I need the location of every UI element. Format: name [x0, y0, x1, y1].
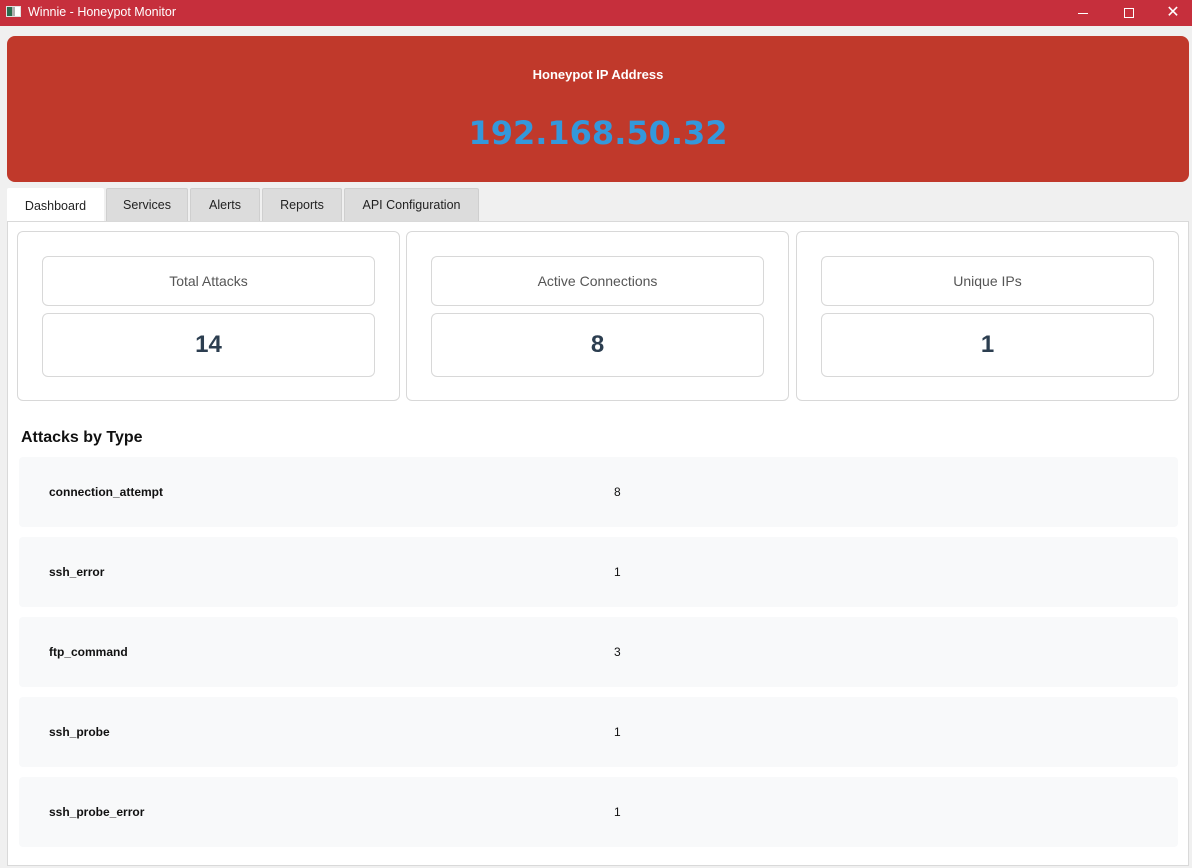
- close-button[interactable]: ✕: [1150, 0, 1192, 26]
- tab-dashboard[interactable]: Dashboard: [7, 188, 104, 222]
- tab-services[interactable]: Services: [106, 188, 188, 221]
- window-title: Winnie - Honeypot Monitor: [28, 5, 176, 19]
- tab-api-configuration[interactable]: API Configuration: [344, 188, 479, 221]
- tab-reports[interactable]: Reports: [262, 188, 342, 221]
- tab-alerts[interactable]: Alerts: [190, 188, 260, 221]
- ip-banner: Honeypot IP Address 192.168.50.32: [7, 36, 1189, 182]
- attack-type-count: 3: [614, 645, 621, 659]
- attack-type-count: 1: [614, 565, 621, 579]
- attack-type-name: connection_attempt: [49, 485, 164, 499]
- close-icon: ✕: [1166, 4, 1180, 21]
- stat-card-active-connections: Active Connections 8: [406, 231, 789, 401]
- stat-value: 1: [821, 313, 1154, 377]
- minimize-button[interactable]: [1060, 0, 1106, 26]
- list-item: ssh_error 1: [19, 537, 1178, 607]
- dashboard-panel: Total Attacks 14 Active Connections 8 Un…: [7, 221, 1189, 866]
- list-item: ftp_command 3: [19, 617, 1178, 687]
- title-bar: Winnie - Honeypot Monitor ✕: [0, 0, 1192, 26]
- app-icon: [6, 6, 21, 17]
- ip-banner-label: Honeypot IP Address: [532, 67, 664, 82]
- stat-value: 14: [42, 313, 375, 377]
- list-item: ssh_probe_error 1: [19, 777, 1178, 847]
- stat-card-total-attacks: Total Attacks 14: [17, 231, 400, 401]
- attack-type-name: ftp_command: [49, 645, 128, 659]
- minimize-icon: [1078, 12, 1088, 14]
- attack-type-count: 1: [614, 805, 621, 819]
- list-item: ssh_probe 1: [19, 697, 1178, 767]
- section-title-attacks-by-type: Attacks by Type: [21, 429, 143, 446]
- stat-card-unique-ips: Unique IPs 1: [796, 231, 1179, 401]
- honeypot-ip: 192.168.50.32: [468, 114, 728, 152]
- stat-label: Unique IPs: [821, 256, 1154, 306]
- stat-label: Active Connections: [431, 256, 764, 306]
- maximize-icon: [1124, 8, 1134, 18]
- maximize-button[interactable]: [1106, 0, 1152, 26]
- list-item: connection_attempt 8: [19, 457, 1178, 527]
- stat-label: Total Attacks: [42, 256, 375, 306]
- attack-type-name: ssh_probe_error: [49, 805, 145, 819]
- stat-value: 8: [431, 313, 764, 377]
- attack-type-name: ssh_probe: [49, 725, 110, 739]
- attack-type-count: 1: [614, 725, 621, 739]
- attack-type-name: ssh_error: [49, 565, 105, 579]
- attack-type-count: 8: [614, 485, 621, 499]
